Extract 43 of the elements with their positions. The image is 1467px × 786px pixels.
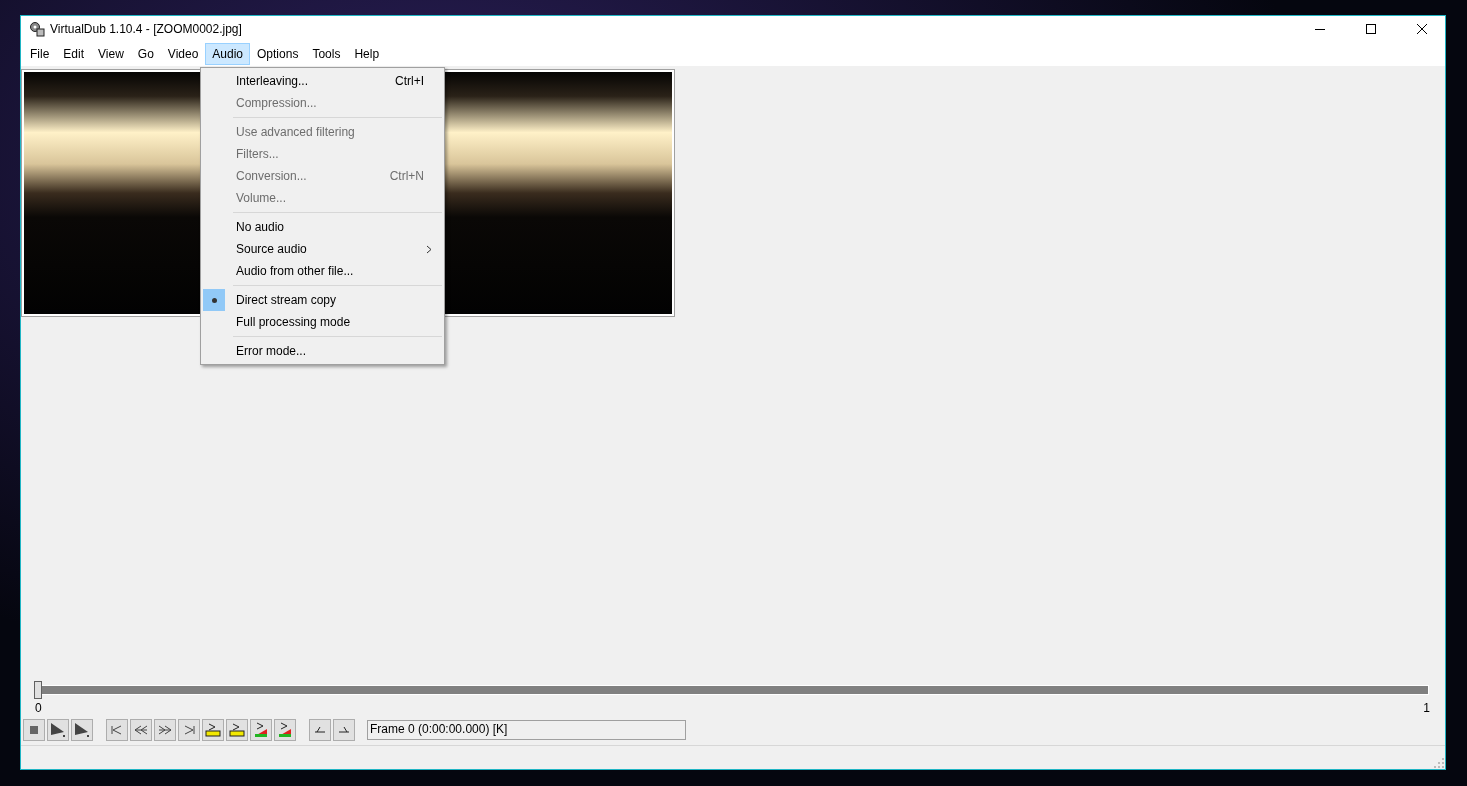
sel-out-icon — [276, 721, 294, 739]
menu-option[interactable]: No audio — [203, 216, 442, 238]
menu-option[interactable]: Source audio — [203, 238, 442, 260]
window-title: VirtualDub 1.10.4 - [ZOOM0002.jpg] — [50, 22, 243, 36]
close-icon — [1417, 24, 1427, 34]
menu-item[interactable]: View — [91, 43, 131, 65]
menu-item[interactable]: Edit — [56, 43, 92, 65]
toolbar-button[interactable] — [71, 719, 93, 741]
timeline-start-label: 0 — [35, 701, 42, 715]
menu-item[interactable]: Tools — [305, 43, 348, 65]
menu-item[interactable]: Audio — [205, 43, 251, 65]
menu-item[interactable]: Options — [250, 43, 306, 65]
menu-option[interactable]: Interleaving... Ctrl+I — [203, 70, 442, 92]
frame-status-field: Frame 0 (0:00:00.000) [K] — [367, 720, 686, 740]
toolbar-button[interactable] — [274, 719, 296, 741]
gears-icon — [29, 21, 45, 37]
chevron-right-icon — [426, 244, 432, 254]
menu-item[interactable]: Help — [347, 43, 387, 65]
size-grip-icon — [1433, 757, 1445, 769]
menu-item[interactable]: File — [23, 43, 57, 65]
menu-item[interactable]: Go — [130, 43, 161, 65]
toolbar-button[interactable] — [154, 719, 176, 741]
toolbar-button[interactable] — [23, 719, 45, 741]
timeline-end-label: 1 — [1423, 701, 1430, 715]
toolbar-button[interactable] — [178, 719, 200, 741]
toolbar-button[interactable] — [202, 719, 224, 741]
maximize-icon — [1366, 24, 1376, 34]
mark-out-icon — [228, 721, 246, 739]
play-input-icon — [49, 721, 67, 739]
toolbar-button[interactable] — [226, 719, 248, 741]
toolbar-button[interactable] — [130, 719, 152, 741]
menu-option[interactable]: Error mode... — [203, 340, 442, 362]
timeline-thumb[interactable] — [34, 681, 42, 699]
menu-option[interactable]: Direct stream copy — [203, 289, 442, 311]
menu-item[interactable]: Video — [160, 43, 206, 65]
toolbar-button[interactable] — [250, 719, 272, 741]
menu-option[interactable]: Audio from other file... — [203, 260, 442, 282]
play-output-icon — [73, 721, 91, 739]
toolbar-button[interactable] — [106, 719, 128, 741]
sel-in-icon — [252, 721, 270, 739]
mark-in-icon — [204, 721, 222, 739]
toolbar-button[interactable] — [47, 719, 69, 741]
menu-option[interactable]: Full processing mode — [203, 311, 442, 333]
